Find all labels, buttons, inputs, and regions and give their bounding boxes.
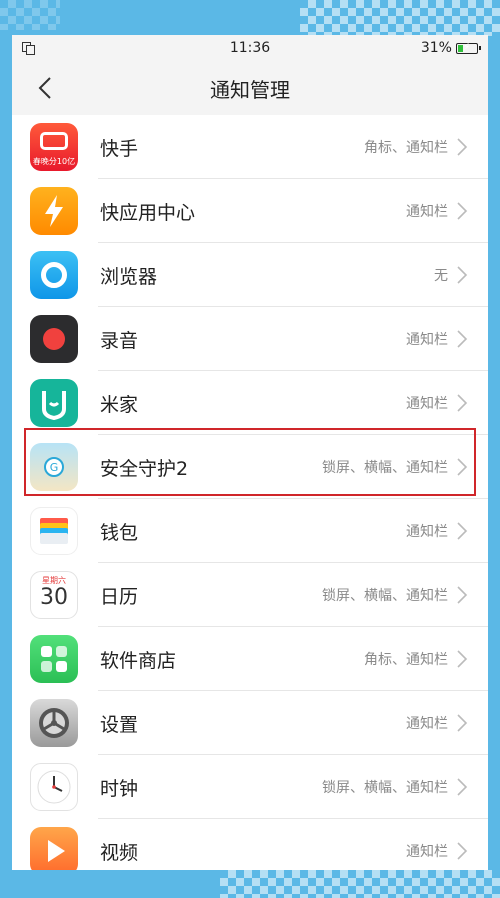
chevron-right-icon [457, 330, 468, 348]
app-row-app-store[interactable]: 软件商店 角标、通知栏 [12, 627, 488, 691]
recorder-icon [30, 315, 78, 363]
battery-icon: ⚡ [455, 42, 481, 54]
status-time: 11:36 [229, 40, 271, 56]
copy-icon [22, 42, 35, 55]
mijia-icon [30, 379, 78, 427]
app-notification-status: 锁屏、横幅、通知栏 [322, 460, 448, 476]
app-row-recorder[interactable]: 录音 通知栏 [12, 307, 488, 371]
app-list: 春晚分10亿 快手 角标、通知栏 快应用中心 通知栏 浏览器 无 录音 通知栏 [12, 115, 488, 870]
chevron-right-icon [457, 650, 468, 668]
app-row-clock[interactable]: 时钟 锁屏、横幅、通知栏 [12, 755, 488, 819]
app-name: 安全守护2 [100, 457, 189, 480]
app-store-icon [30, 635, 78, 683]
clock-icon [30, 763, 78, 811]
security-guard-icon: G [30, 443, 78, 491]
calendar-icon-day: 30 [40, 585, 68, 610]
decorative-pattern [300, 0, 500, 36]
app-row-quick-app-center[interactable]: 快应用中心 通知栏 [12, 179, 488, 243]
app-name: 快手 [100, 137, 139, 160]
kuaishou-icon: 春晚分10亿 [30, 123, 78, 171]
app-row-security-guard[interactable]: G 安全守护2 锁屏、横幅、通知栏 [12, 435, 488, 499]
app-row-mijia[interactable]: 米家 通知栏 [12, 371, 488, 435]
app-name: 日历 [100, 585, 139, 608]
browser-icon [30, 251, 78, 299]
status-bar: 11:36 31% ⚡ [12, 35, 488, 61]
chevron-right-icon [457, 842, 468, 860]
app-notification-status: 通知栏 [406, 332, 448, 348]
app-notification-status: 通知栏 [406, 204, 448, 220]
battery-percent: 31% [420, 40, 452, 56]
chevron-right-icon [457, 458, 468, 476]
app-row-wallet[interactable]: 钱包 通知栏 [12, 499, 488, 563]
app-notification-status: 通知栏 [406, 396, 448, 412]
page-title: 通知管理 [210, 77, 290, 102]
quick-app-icon [30, 187, 78, 235]
wallet-icon [30, 507, 78, 555]
chevron-right-icon [457, 202, 468, 220]
settings-icon [30, 699, 78, 747]
chevron-right-icon [457, 586, 468, 604]
app-name: 快应用中心 [100, 201, 196, 224]
kuaishou-icon-text: 春晚分10亿 [32, 157, 76, 166]
chevron-right-icon [457, 714, 468, 732]
chevron-right-icon [457, 138, 468, 156]
app-name: 时钟 [100, 777, 139, 800]
app-name: 视频 [100, 841, 139, 864]
app-name: 钱包 [100, 521, 139, 544]
back-arrow-icon[interactable] [34, 75, 60, 101]
app-row-kuaishou[interactable]: 春晚分10亿 快手 角标、通知栏 [12, 115, 488, 179]
app-notification-status: 角标、通知栏 [364, 652, 448, 668]
app-row-browser[interactable]: 浏览器 无 [12, 243, 488, 307]
app-row-settings[interactable]: 设置 通知栏 [12, 691, 488, 755]
app-name: 录音 [100, 329, 139, 352]
app-notification-status: 通知栏 [406, 716, 448, 732]
video-icon [30, 827, 78, 870]
app-row-calendar[interactable]: 星期六 30 日历 锁屏、横幅、通知栏 [12, 563, 488, 627]
app-name: 米家 [100, 393, 139, 416]
decorative-pattern [0, 0, 60, 30]
chevron-right-icon [457, 266, 468, 284]
decorative-pattern [220, 870, 500, 898]
app-name: 软件商店 [100, 649, 177, 672]
chevron-right-icon [457, 394, 468, 412]
app-notification-status: 通知栏 [406, 844, 448, 860]
app-row-video[interactable]: 视频 通知栏 [12, 819, 488, 870]
chevron-right-icon [457, 778, 468, 796]
app-notification-status: 锁屏、横幅、通知栏 [322, 780, 448, 796]
chevron-right-icon [457, 522, 468, 540]
app-notification-status: 锁屏、横幅、通知栏 [322, 588, 448, 604]
nav-bar: 通知管理 [12, 61, 488, 115]
app-notification-status: 角标、通知栏 [364, 140, 448, 156]
app-notification-status: 无 [434, 268, 448, 284]
app-name: 浏览器 [100, 265, 158, 288]
app-name: 设置 [100, 713, 139, 736]
calendar-icon: 星期六 30 [30, 571, 78, 619]
svg-text:G: G [50, 461, 59, 474]
phone-screen: 11:36 31% ⚡ 通知管理 春晚分10亿 快手 角标、通知栏 快应用中心 [12, 35, 488, 870]
app-notification-status: 通知栏 [406, 524, 448, 540]
